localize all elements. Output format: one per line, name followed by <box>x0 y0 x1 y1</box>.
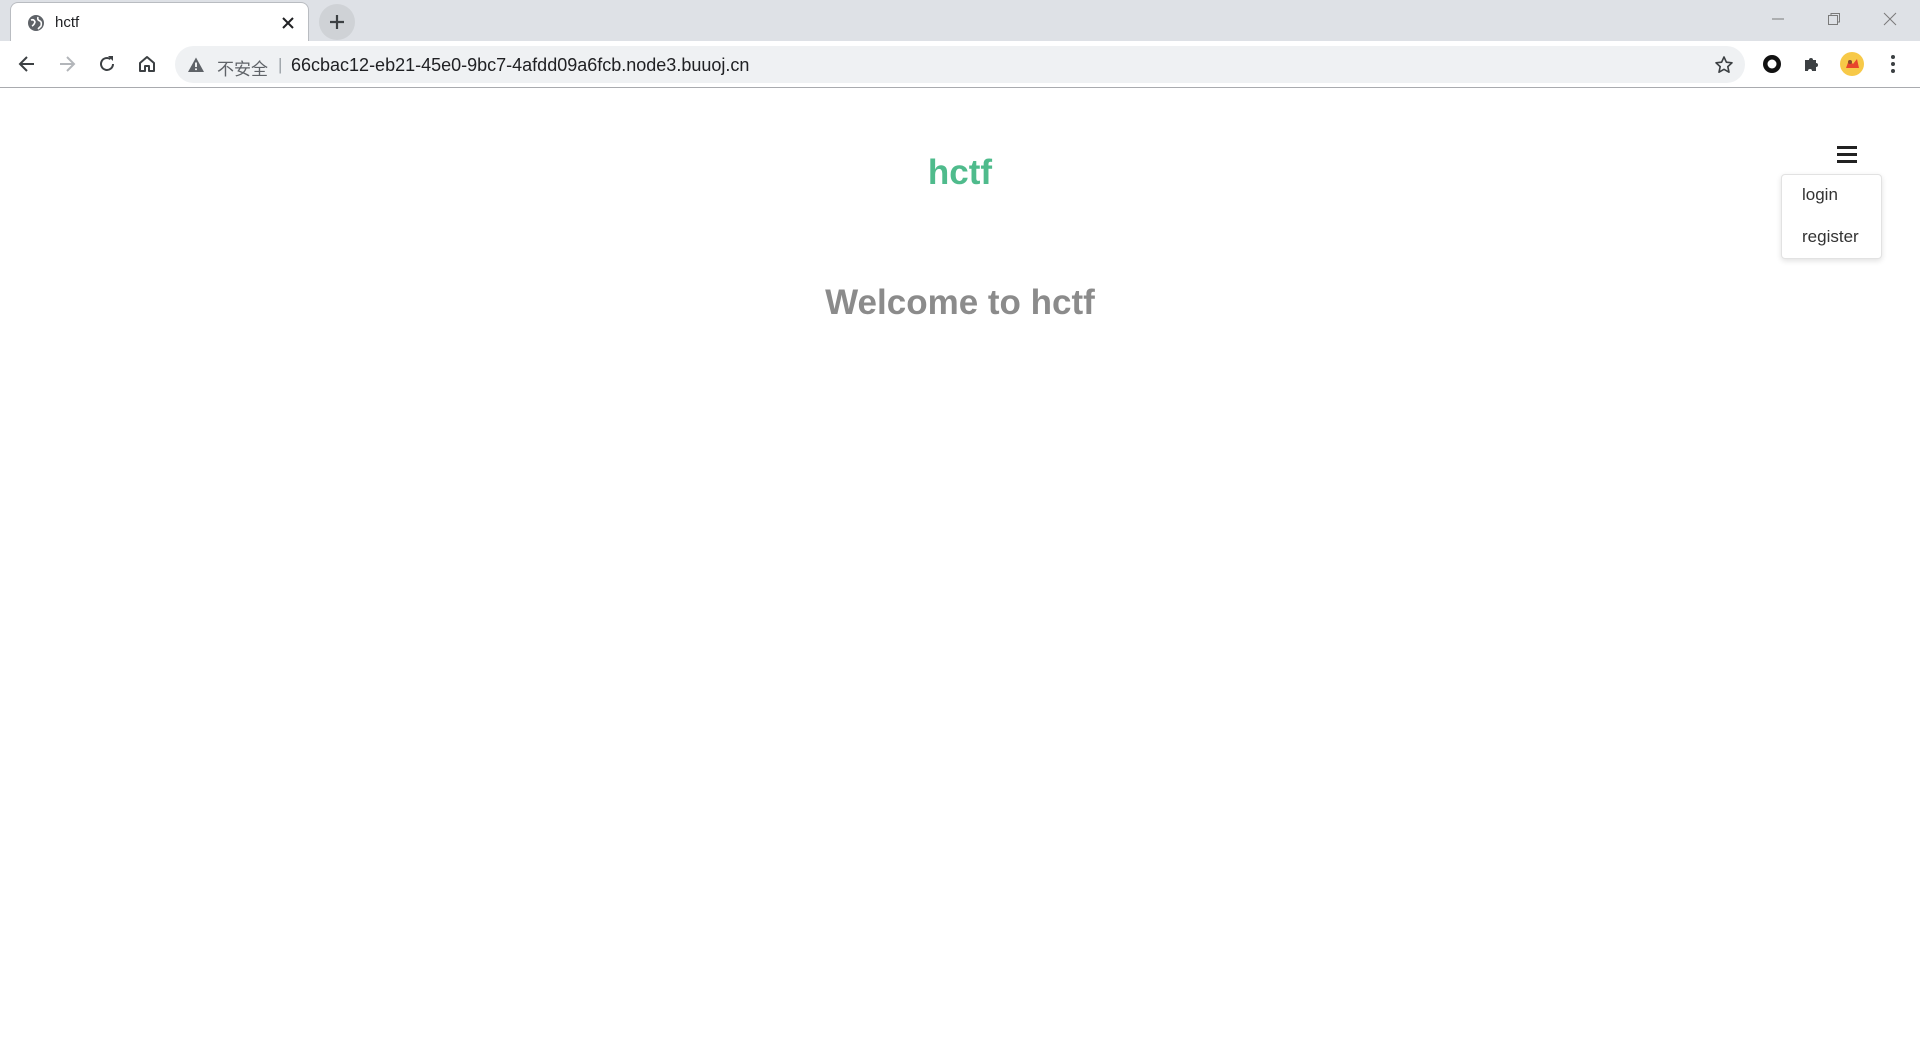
browser-menu-button[interactable] <box>1877 48 1909 80</box>
profile-button[interactable] <box>1836 48 1868 80</box>
forward-button[interactable] <box>51 48 83 80</box>
nav-dropdown-menu: login register <box>1781 174 1882 259</box>
tab-title: hctf <box>55 14 80 31</box>
welcome-heading: Welcome to hctf <box>825 283 1095 322</box>
back-button[interactable] <box>11 48 43 80</box>
new-tab-button[interactable] <box>319 4 355 40</box>
address-bar[interactable]: 不安全 | 66cbac12-eb21-45e0-9bc7-4afdd09a6f… <box>175 46 1745 83</box>
tab-strip: hctf <box>0 0 1920 41</box>
url-text[interactable]: 66cbac12-eb21-45e0-9bc7-4afdd09a6fcb.nod… <box>291 55 749 76</box>
reload-button[interactable] <box>91 48 123 80</box>
plus-icon <box>330 15 344 29</box>
minimize-icon <box>1772 18 1784 20</box>
circle-extension-button[interactable] <box>1756 48 1788 80</box>
browser-tab-active[interactable]: hctf <box>10 2 309 41</box>
home-icon <box>139 56 155 72</box>
security-label[interactable]: 不安全 <box>217 55 268 80</box>
hamburger-bar <box>1837 145 1857 149</box>
avatar-icon <box>1840 52 1864 76</box>
kebab-menu-icon <box>1891 55 1895 73</box>
close-window-button[interactable] <box>1862 0 1918 38</box>
star-icon[interactable] <box>1711 52 1737 78</box>
hamburger-bar <box>1837 152 1857 156</box>
hamburger-icon[interactable] <box>1832 141 1862 167</box>
site-brand[interactable]: hctf <box>0 153 1920 193</box>
hamburger-bar <box>1837 159 1857 163</box>
close-icon[interactable] <box>276 11 300 35</box>
menu-item-register[interactable]: register <box>1802 227 1859 247</box>
circle-extension-icon <box>1763 55 1781 73</box>
arrow-left-icon <box>18 56 34 72</box>
web-page: hctf Welcome to hctf login register <box>0 89 1920 1042</box>
browser-toolbar: 不安全 | 66cbac12-eb21-45e0-9bc7-4afdd09a6f… <box>0 41 1920 88</box>
restore-icon <box>1828 13 1840 25</box>
puzzle-icon <box>1805 58 1818 71</box>
menu-item-login[interactable]: login <box>1802 185 1838 205</box>
home-button[interactable] <box>131 48 163 80</box>
minimize-button[interactable] <box>1750 0 1806 38</box>
security-separator: | <box>278 55 283 74</box>
globe-icon <box>27 14 45 32</box>
arrow-right-icon <box>60 56 76 72</box>
warning-icon[interactable] <box>187 56 205 74</box>
extensions-button[interactable] <box>1796 48 1828 80</box>
restore-button[interactable] <box>1806 0 1862 38</box>
close-icon <box>1883 12 1897 26</box>
reload-icon <box>100 56 114 71</box>
